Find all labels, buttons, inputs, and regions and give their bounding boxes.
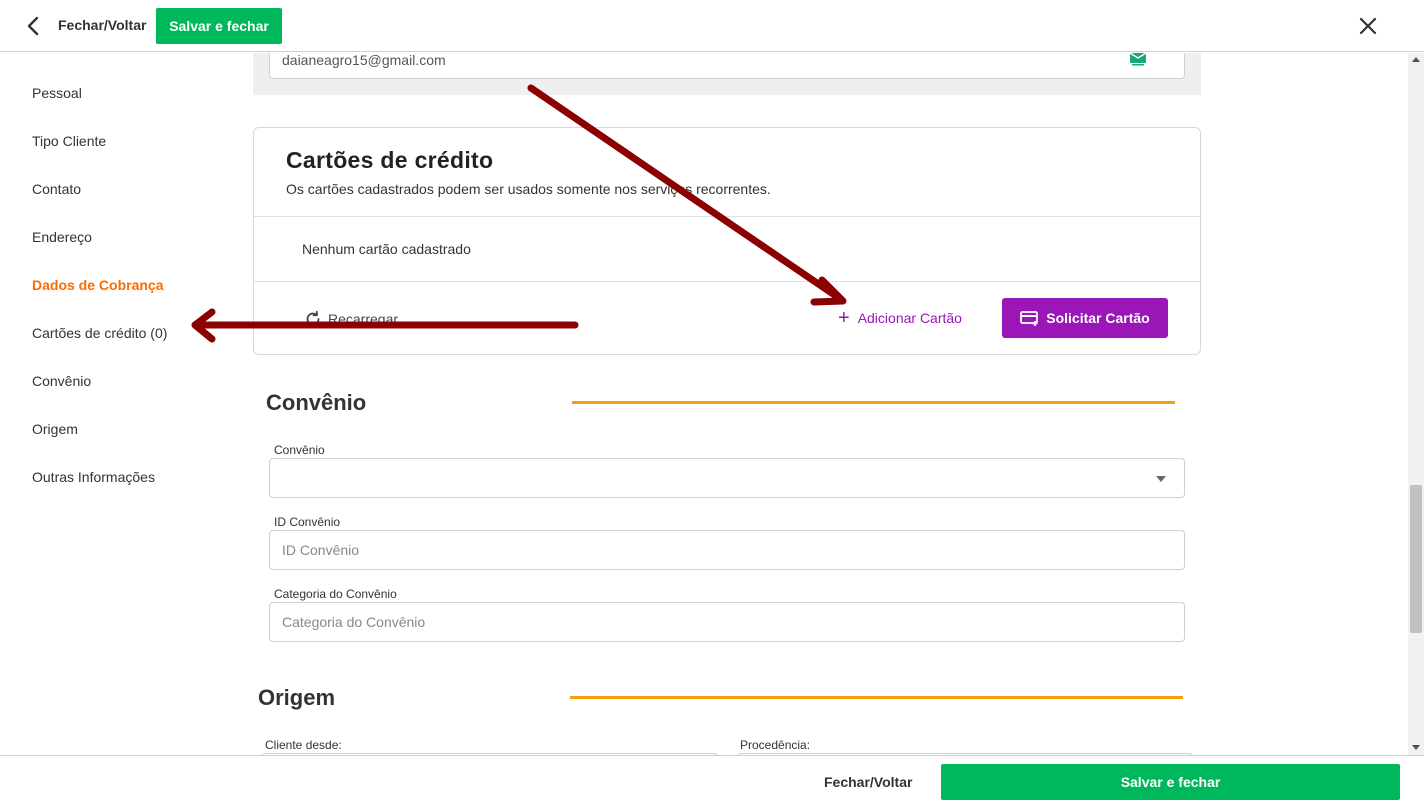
scrollbar-thumb[interactable] xyxy=(1410,485,1422,633)
id-convenio-label: ID Convênio xyxy=(274,515,341,529)
scroll-down-arrow-icon[interactable] xyxy=(1412,745,1420,750)
top-bar: Fechar/Voltar Salvar e fechar xyxy=(0,0,1424,52)
categoria-convenio-label: Categoria do Convênio xyxy=(274,587,397,601)
email-field[interactable]: daianeagro15@gmail.com xyxy=(269,53,1185,79)
add-card-button[interactable]: + Adicionar Cartão xyxy=(838,308,962,328)
reload-button[interactable]: Recarregar xyxy=(304,308,398,330)
credit-cards-subtitle: Os cartões cadastrados podem ser usados … xyxy=(286,181,771,197)
refresh-icon xyxy=(306,310,320,326)
email-value: daianeagro15@gmail.com xyxy=(282,53,446,68)
scrollbar[interactable] xyxy=(1408,53,1424,755)
close-back-link[interactable]: Fechar/Voltar xyxy=(58,17,146,33)
credit-cards-title: Cartões de crédito xyxy=(286,147,494,173)
id-convenio-input[interactable]: ID Convênio xyxy=(269,530,1185,570)
close-icon[interactable] xyxy=(1356,14,1380,38)
convenio-section-title: Convênio xyxy=(266,390,367,415)
section-divider-line xyxy=(570,696,1183,699)
credit-card-add-icon xyxy=(1020,311,1039,326)
add-card-label: Adicionar Cartão xyxy=(857,310,962,326)
categoria-convenio-input[interactable]: Categoria do Convênio xyxy=(269,602,1185,642)
bottom-bar: Fechar/Voltar Salvar e fechar xyxy=(0,755,1424,808)
convenio-select[interactable] xyxy=(269,458,1185,498)
email-section: daianeagro15@gmail.com xyxy=(253,53,1201,95)
mail-icon xyxy=(1130,53,1146,66)
reload-label: Recarregar xyxy=(328,311,399,327)
chevron-left-icon[interactable] xyxy=(22,14,46,38)
request-card-button[interactable]: Solicitar Cartão xyxy=(1002,298,1168,338)
id-convenio-placeholder: ID Convênio xyxy=(282,542,360,558)
origem-section-title: Origem xyxy=(258,685,336,710)
scroll-up-arrow-icon[interactable] xyxy=(1412,57,1420,62)
divider xyxy=(254,281,1200,282)
bottom-save-and-close-button[interactable]: Salvar e fechar xyxy=(941,764,1400,800)
bottom-close-back-button[interactable]: Fechar/Voltar xyxy=(824,774,912,790)
cliente-desde-label: Cliente desde: xyxy=(265,738,342,752)
divider xyxy=(254,216,1200,217)
empty-cards-message: Nenhum cartão cadastrado xyxy=(302,241,471,257)
dropdown-arrow-icon xyxy=(1156,476,1166,482)
procedencia-label: Procedência: xyxy=(740,738,811,752)
request-card-label: Solicitar Cartão xyxy=(1046,310,1150,326)
section-divider-line xyxy=(572,401,1175,404)
save-and-close-button[interactable]: Salvar e fechar xyxy=(156,8,282,44)
categoria-convenio-placeholder: Categoria do Convênio xyxy=(282,614,426,630)
plus-icon: + xyxy=(838,307,850,329)
credit-cards-panel: Cartões de crédito Os cartões cadastrado… xyxy=(253,127,1201,355)
main-content: daianeagro15@gmail.com Cartões de crédit… xyxy=(0,53,1408,755)
convenio-select-label: Convênio xyxy=(274,443,325,457)
